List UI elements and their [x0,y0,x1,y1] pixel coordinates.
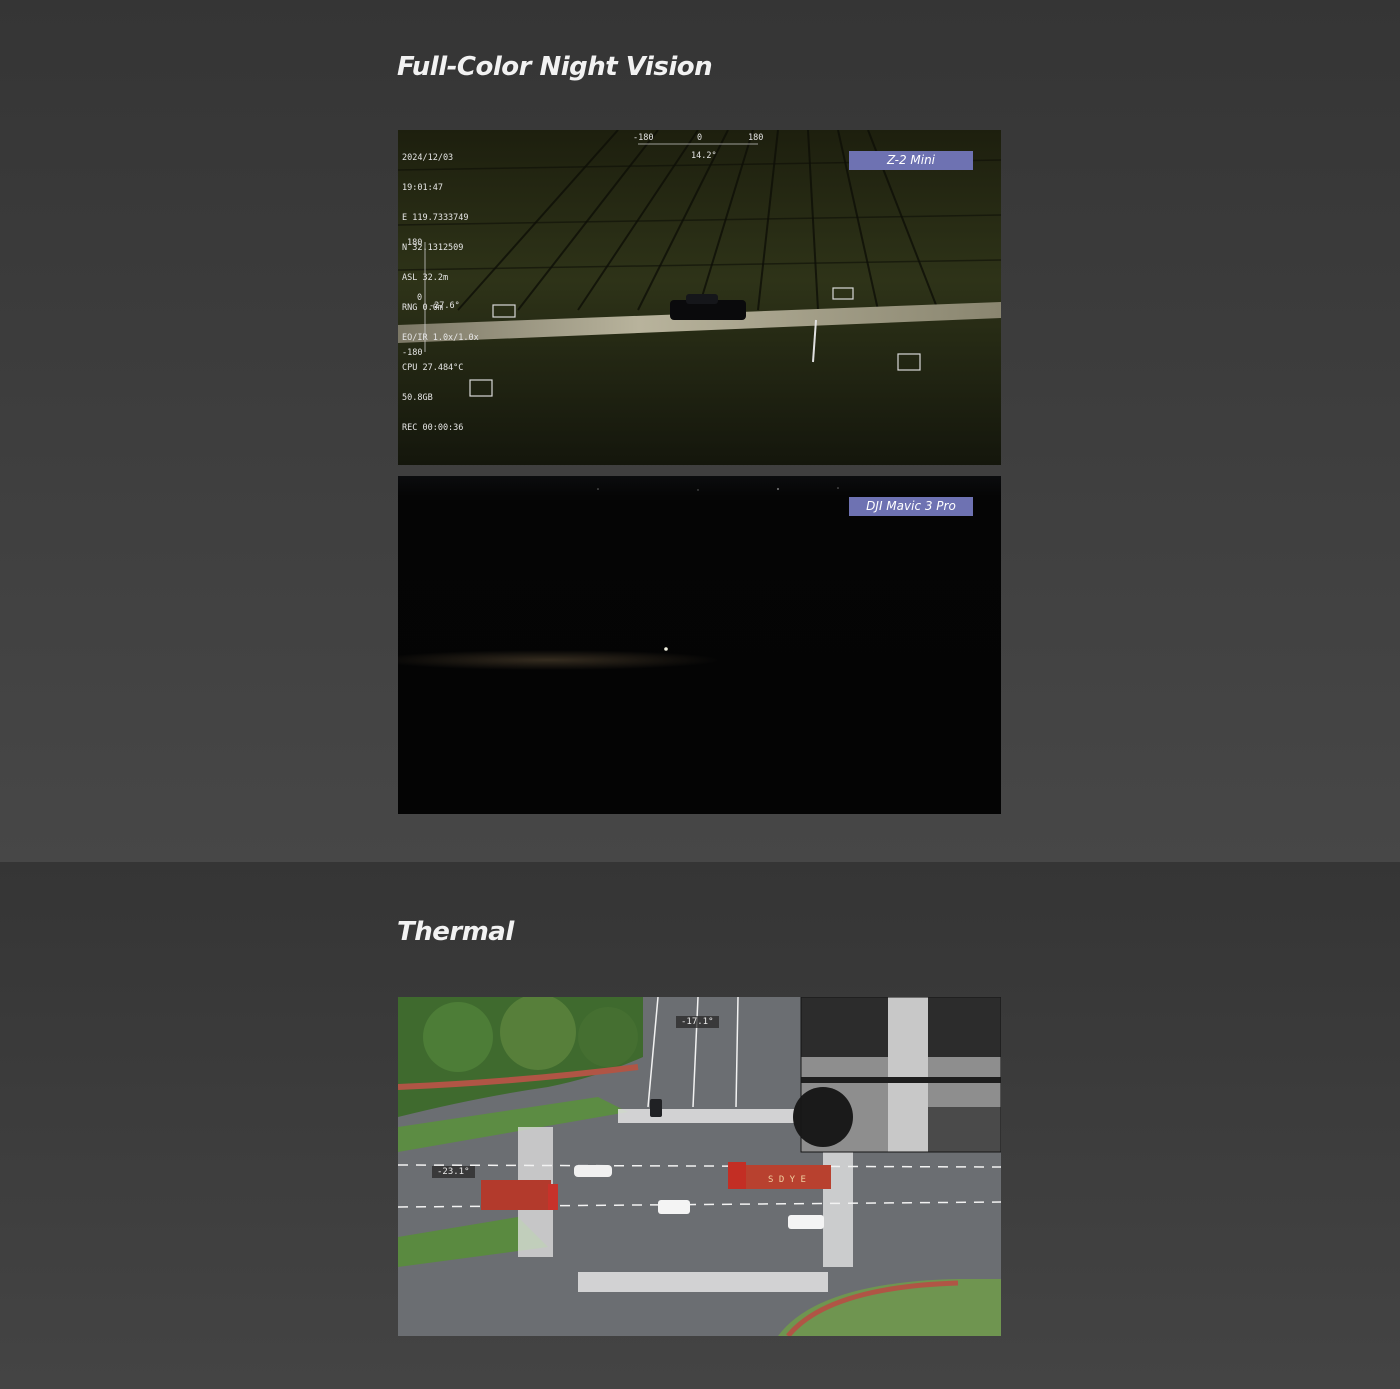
z2-mini-video-frame: 2024/12/03 19:01:47 E 119.7333749 N 32.1… [398,130,1001,465]
thermal-video-frame: S D Y E -17.1° -23.1° [398,997,1001,1336]
thermal-pitch-value: -23.1° [432,1166,475,1178]
dji-mavic-video-frame: DJI Mavic 3 Pro [398,476,1001,814]
thermal-yaw-value: -17.1° [676,1016,719,1028]
yaw-value: 14.2° [691,151,717,161]
night-vision-title: Full-Color Night Vision [397,52,713,82]
thermal-title: Thermal [397,917,514,947]
yaw-tick-max: 180 [748,133,764,143]
camera-badge-dji-mavic: DJI Mavic 3 Pro [849,497,973,516]
night-vision-section: Full-Color Night Vision 2024/12/03 19:01… [0,0,1400,862]
yaw-tick-zero: 0 [697,133,703,143]
pitch-tick-zero: 0 [417,293,423,303]
pitch-tick-min: -180 [402,348,423,358]
night-field-image [398,130,1001,465]
thermal-section: Thermal S D Y E -17.1° -23.1° [0,862,1400,1389]
night-dark-image [398,476,1001,814]
pitch-tick-max: 180 [407,238,423,248]
pitch-value: -27.6° [429,301,460,311]
truck-lettering: S D Y E [768,1175,806,1185]
telemetry-osd: 2024/12/03 19:01:47 E 119.7333749 N 32.1… [402,153,479,433]
camera-badge-z2-mini: Z-2 Mini [849,151,973,170]
yaw-tick-min: -180 [633,133,654,143]
intersection-image: S D Y E [398,997,1001,1336]
